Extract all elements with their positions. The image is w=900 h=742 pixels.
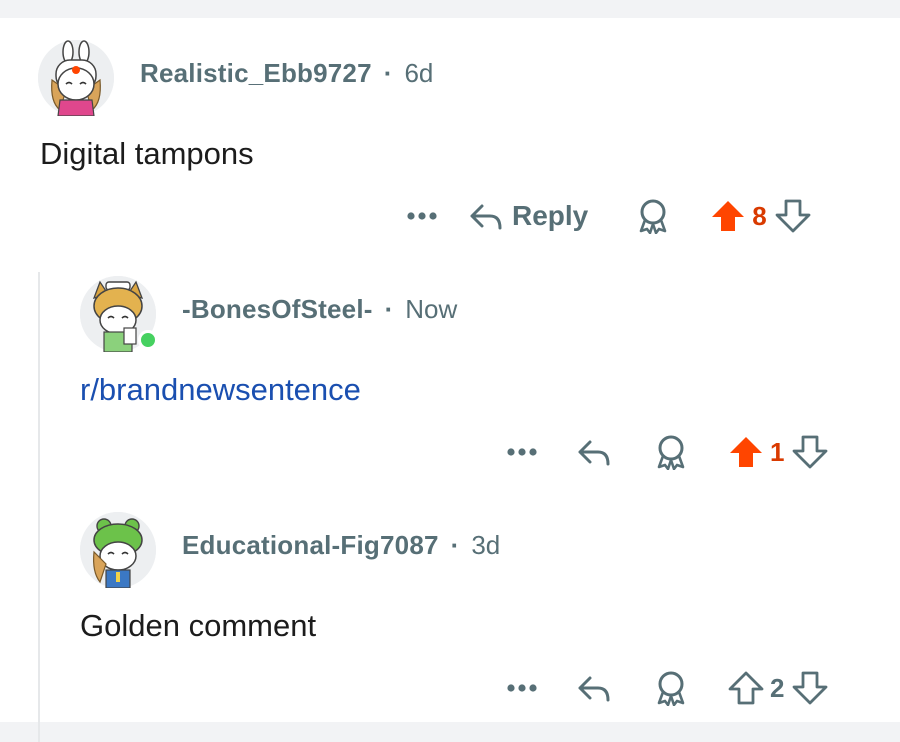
separator-dot: ·: [450, 530, 460, 560]
vote-score: 2: [770, 672, 785, 703]
reply-label: Reply: [512, 200, 589, 231]
comment-meta: -BonesOfSteel- · Now: [182, 294, 457, 325]
reply-icon: [578, 676, 610, 702]
more-options-button[interactable]: [406, 211, 438, 221]
frog-avatar-icon: [80, 512, 156, 588]
username[interactable]: -BonesOfSteel-: [182, 294, 373, 325]
award-button[interactable]: [636, 198, 670, 234]
comment-actions: 1: [506, 428, 828, 476]
reply-button[interactable]: [576, 672, 612, 704]
avatar[interactable]: [38, 40, 114, 116]
bunny-avatar-icon: [38, 40, 114, 116]
award-icon: [657, 671, 685, 706]
comment-meta: Educational-Fig7087 · 3d: [182, 530, 500, 561]
upvote-button[interactable]: [710, 199, 746, 233]
username[interactable]: Educational-Fig7087: [182, 530, 439, 561]
more-options-button[interactable]: [506, 447, 538, 457]
separator-dot: ·: [383, 58, 393, 88]
award-button[interactable]: [654, 434, 688, 470]
comment-meta: Realistic_Ebb9727 · 6d: [140, 58, 433, 89]
downvote-button[interactable]: [792, 671, 828, 705]
separator-dot: ·: [384, 294, 394, 324]
timestamp[interactable]: 6d: [404, 58, 433, 89]
timestamp[interactable]: 3d: [471, 530, 500, 561]
reply-button[interactable]: [576, 436, 612, 468]
comment-body: Digital tampons: [40, 136, 254, 171]
username[interactable]: Realistic_Ebb9727: [140, 58, 372, 89]
upvote-button[interactable]: [728, 435, 764, 469]
more-options-button[interactable]: [506, 683, 538, 693]
downvote-icon: [793, 671, 828, 705]
award-icon: [657, 435, 685, 470]
upvote-button[interactable]: [728, 671, 764, 705]
downvote-button[interactable]: [775, 199, 811, 233]
award-icon: [639, 199, 667, 234]
downvote-icon: [775, 199, 811, 233]
avatar[interactable]: [80, 276, 158, 352]
award-button[interactable]: [654, 670, 688, 706]
downvote-icon: [793, 435, 828, 469]
comment-body: Golden comment: [80, 608, 317, 643]
online-status-indicator: [138, 330, 158, 350]
downvote-button[interactable]: [792, 435, 828, 469]
reply-icon: [578, 440, 610, 466]
reply-button[interactable]: Reply: [468, 200, 588, 232]
more-icon: [407, 212, 437, 220]
upvote-icon: [712, 201, 745, 231]
upvote-icon: [730, 437, 762, 467]
subreddit-link[interactable]: r/brandnewsentence: [80, 372, 361, 408]
upvote-icon: [728, 671, 764, 705]
vote-score: 1: [770, 436, 785, 467]
comment-actions: Reply 8: [406, 192, 811, 240]
more-icon: [507, 448, 537, 456]
reply-icon: [470, 204, 502, 230]
comment-actions: 2: [506, 664, 828, 712]
vote-score: 8: [752, 200, 767, 231]
more-icon: [507, 684, 537, 692]
timestamp[interactable]: Now: [405, 294, 457, 325]
comment-thread: Realistic_Ebb9727 · 6d Digital tampons R…: [0, 18, 900, 742]
thread-line[interactable]: [38, 272, 40, 742]
avatar[interactable]: [80, 512, 156, 588]
